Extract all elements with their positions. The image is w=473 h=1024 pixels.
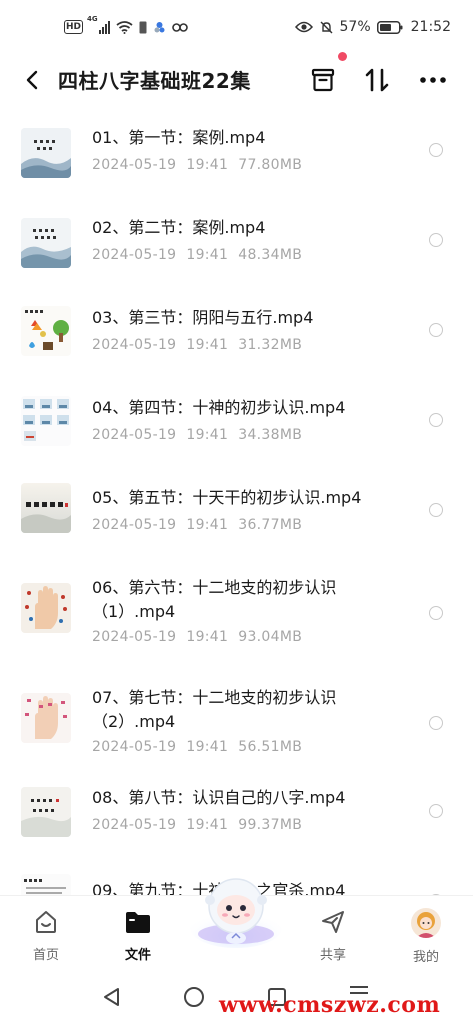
file-meta: 2024-05-19 19:41 99.37MB <box>92 817 303 833</box>
mascot-icon <box>190 878 282 948</box>
archive-icon <box>311 68 335 92</box>
battery-icon <box>376 20 403 34</box>
file-meta: 2024-05-19 19:41 93.04MB <box>92 629 303 645</box>
folder-icon <box>126 912 150 933</box>
file-meta: 2024-05-19 19:41 77.80MB <box>92 157 303 173</box>
nav-label: 首页 <box>32 948 59 963</box>
share-icon <box>322 911 344 933</box>
video-thumbnail <box>21 693 71 743</box>
nav-me[interactable]: 我的 <box>396 896 456 966</box>
watermark-text: www.cmszwz.com <box>219 992 441 1018</box>
file-row[interactable]: 04、第四节：十神的初步认识.mp4 2024-05-19 19:41 34.38M… <box>0 374 473 464</box>
file-row[interactable]: 06、第六节：十二地支的初步认识（1）.mp4 2024-05-19 19:41 9… <box>0 554 473 664</box>
archive-button[interactable] <box>307 64 339 96</box>
video-thumbnail <box>21 583 71 633</box>
wifi-icon <box>116 20 133 34</box>
file-row[interactable]: 08、第八节：认识自己的八字.mp4 2024-05-19 19:41 99.37M… <box>0 774 473 864</box>
clock: 21:52 <box>410 19 451 35</box>
select-radio[interactable] <box>429 606 443 620</box>
file-row[interactable]: 07、第七节：十二地支的初步认识（2）.mp4 2024-05-19 19:41 5… <box>0 664 473 774</box>
hd-icon: HD <box>64 20 84 34</box>
infinity-icon <box>172 22 188 32</box>
signal-icon: 4G <box>87 15 111 34</box>
status-bar: HD 4G 57% 21:52 <box>0 0 473 56</box>
video-thumbnail <box>21 128 71 178</box>
file-meta: 2024-05-19 19:41 31.32MB <box>92 337 303 353</box>
nav-home[interactable]: 首页 <box>16 896 76 966</box>
home-circle-icon[interactable] <box>183 986 205 1008</box>
eye-icon <box>294 21 313 33</box>
back-button[interactable] <box>18 66 46 94</box>
file-meta: 2024-05-19 19:41 48.34MB <box>92 247 303 263</box>
sort-button[interactable] <box>361 64 393 96</box>
file-name: 08、第八节：认识自己的八字.mp4 <box>92 788 346 807</box>
file-row[interactable]: 03、第三节：阴阳与五行.mp4 2024-05-19 19:41 31.32MB <box>0 284 473 374</box>
status-left: HD 4G <box>64 15 188 34</box>
video-thumbnail <box>21 396 71 446</box>
battery-percent: 57% <box>339 19 371 35</box>
file-name: 07、第七节：十二地支的初步认识（2）.mp4 <box>92 688 337 731</box>
select-radio[interactable] <box>429 804 443 818</box>
file-row[interactable]: 02、第二节：案例.mp4 2024-05-19 19:41 48.34MB <box>0 194 473 284</box>
select-radio[interactable] <box>429 323 443 337</box>
back-triangle-icon[interactable] <box>101 986 123 1008</box>
video-thumbnail <box>21 306 71 356</box>
file-name: 03、第三节：阴阳与五行.mp4 <box>92 308 314 327</box>
file-name: 02、第二节：案例.mp4 <box>92 218 266 237</box>
file-row[interactable]: 05、第五节：十天干的初步认识.mp4 2024-05-19 19:41 36.77… <box>0 464 473 554</box>
network-type: 4G <box>87 14 98 23</box>
file-meta: 2024-05-19 19:41 34.38MB <box>92 427 303 443</box>
more-button[interactable] <box>417 64 449 96</box>
video-thumbnail <box>21 483 71 533</box>
sim-icon <box>139 21 147 33</box>
file-name: 05、第五节：十天干的初步认识.mp4 <box>92 488 362 507</box>
nav-share[interactable]: 共享 <box>303 896 363 966</box>
more-icon <box>420 77 446 83</box>
page-title: 四柱八字基础班22集 <box>58 69 251 93</box>
avatar-icon <box>411 908 441 938</box>
mascot-button[interactable] <box>188 870 284 950</box>
select-radio[interactable] <box>429 233 443 247</box>
select-radio[interactable] <box>429 716 443 730</box>
select-radio[interactable] <box>429 143 443 157</box>
video-thumbnail <box>21 218 71 268</box>
file-name: 06、第六节：十二地支的初步认识（1）.mp4 <box>92 578 337 621</box>
mute-icon <box>320 21 333 33</box>
file-name: 04、第四节：十神的初步认识.mp4 <box>92 398 346 417</box>
nav-label: 共享 <box>319 948 346 963</box>
nav-label: 文件 <box>124 948 151 963</box>
header: 四柱八字基础班22集 <box>0 56 473 104</box>
select-radio[interactable] <box>429 413 443 427</box>
status-right: 57% 21:52 <box>294 19 451 35</box>
notification-dot <box>338 52 347 61</box>
nav-files[interactable]: 文件 <box>108 896 168 966</box>
back-icon <box>26 70 38 90</box>
select-radio[interactable] <box>429 503 443 517</box>
sort-icon <box>365 68 389 92</box>
file-name: 01、第一节：案例.mp4 <box>92 128 266 147</box>
file-list: 01、第一节：案例.mp4 2024-05-19 19:41 77.80MB 02、… <box>0 104 473 904</box>
video-thumbnail <box>21 787 71 837</box>
file-meta: 2024-05-19 19:41 56.51MB <box>92 739 303 755</box>
nav-label: 我的 <box>412 950 439 965</box>
home-icon <box>36 911 56 933</box>
app-notification-icon <box>154 21 165 32</box>
file-meta: 2024-05-19 19:41 36.77MB <box>92 517 303 533</box>
file-row[interactable]: 01、第一节：案例.mp4 2024-05-19 19:41 77.80MB <box>0 104 473 194</box>
